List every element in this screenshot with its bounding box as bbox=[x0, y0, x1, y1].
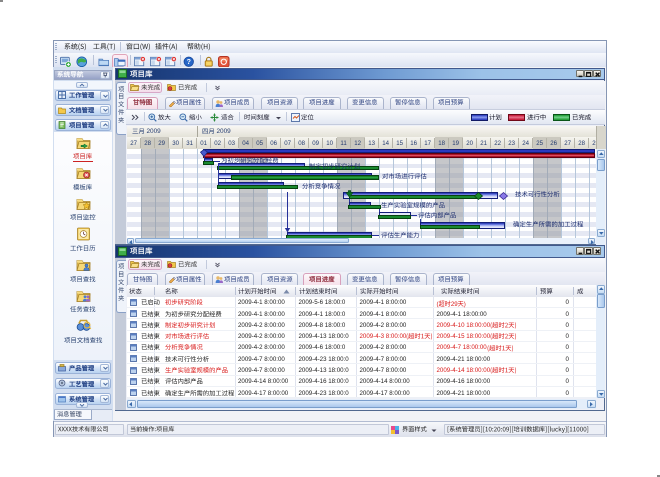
svg-text:?: ? bbox=[187, 59, 191, 66]
